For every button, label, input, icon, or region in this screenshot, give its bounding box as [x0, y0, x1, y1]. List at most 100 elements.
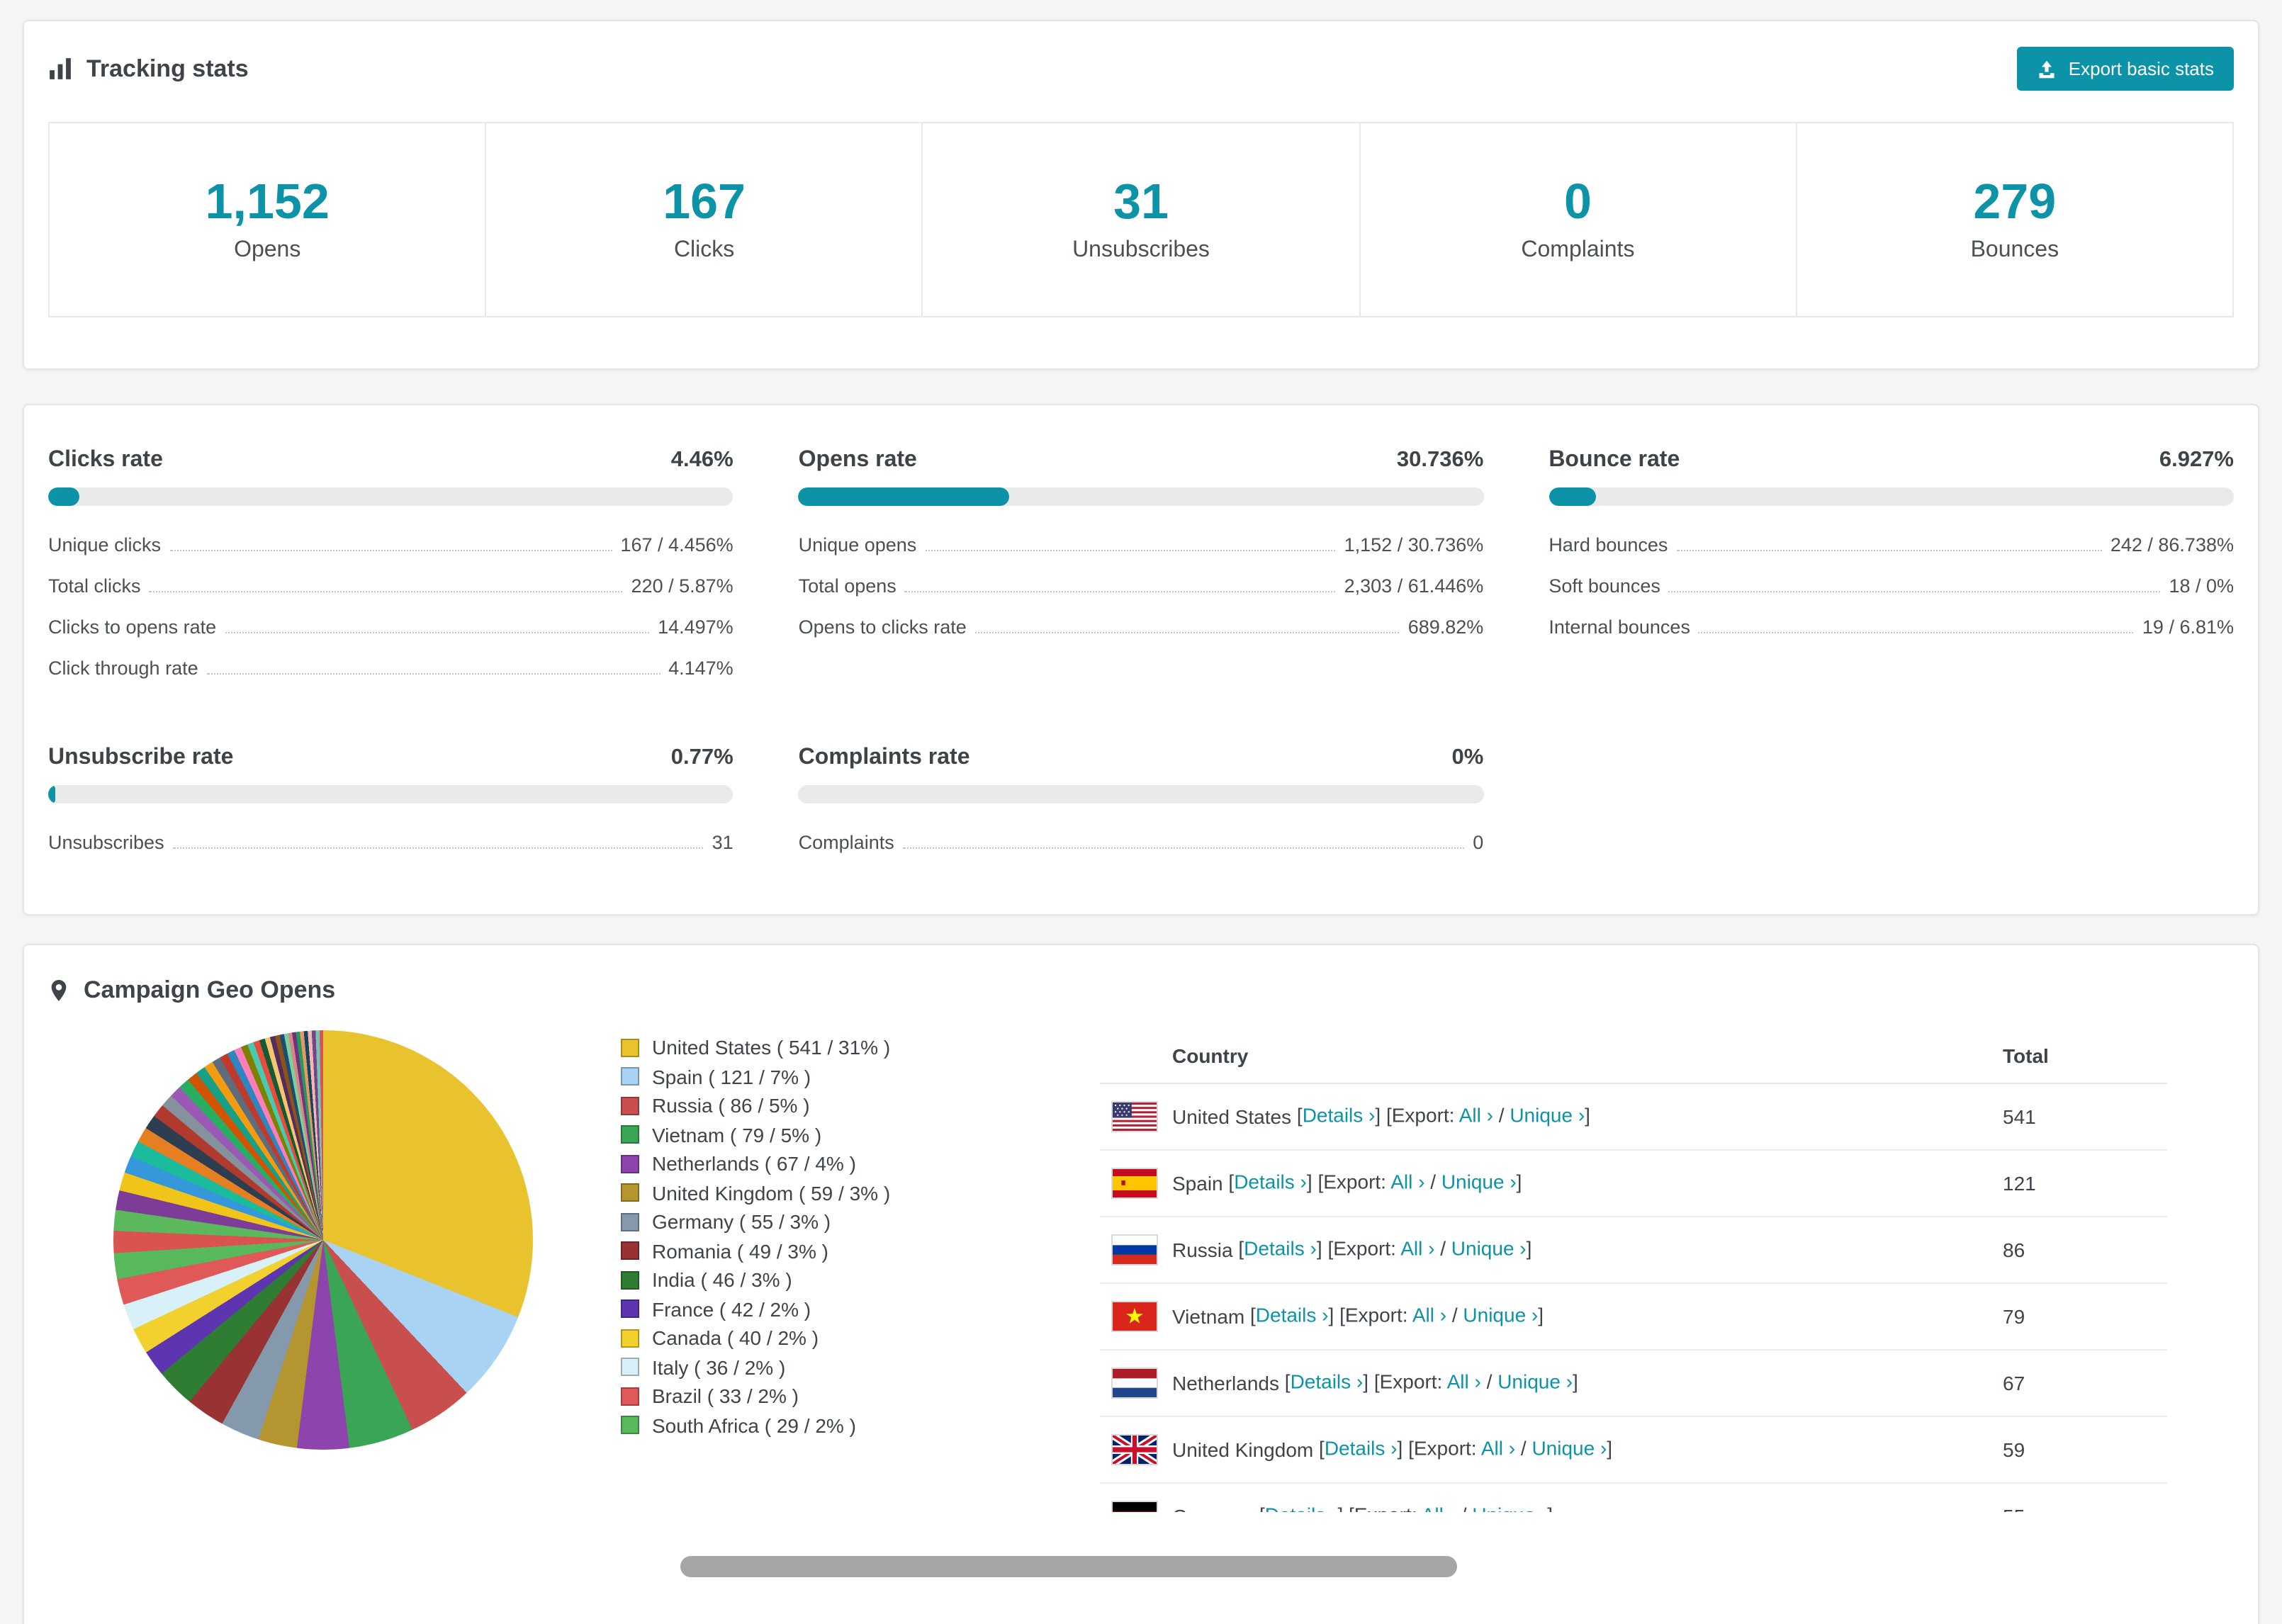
pie-legend: United States ( 541 / 31% ) Spain ( 121 … [621, 1033, 1049, 1512]
details-link[interactable]: Details › [1234, 1170, 1307, 1192]
geo-table: Country Total United States [Details ›] … [1100, 1027, 2167, 1512]
metric-value: 167 / 4.456% [620, 534, 734, 556]
bracket-close-1: ] [1397, 1436, 1403, 1460]
details-link[interactable]: Details › [1303, 1103, 1376, 1126]
dotted-leader [225, 632, 650, 633]
export-unique-link[interactable]: Unique › [1510, 1103, 1585, 1126]
dotted-leader [1668, 591, 2161, 592]
slash: / [1461, 1503, 1467, 1512]
export-unique-link[interactable]: Unique › [1451, 1236, 1527, 1259]
details-link[interactable]: Details › [1325, 1436, 1398, 1459]
country-flag [1111, 1368, 1158, 1399]
dotted-leader [1698, 632, 2134, 633]
rate-bar-fill [48, 487, 79, 506]
country-name: Vietnam [1172, 1305, 1245, 1328]
rate-panel: Clicks rate 4.46% Unique clicks 167 / 4.… [48, 448, 734, 689]
metric-row: Hard bounces 242 / 86.738% [1548, 524, 2234, 565]
legend-swatch [621, 1358, 639, 1377]
geo-opens-pie-chart [113, 1030, 533, 1450]
legend-swatch [621, 1125, 639, 1144]
dotted-leader [172, 847, 704, 849]
legend-swatch [621, 1067, 639, 1086]
metric-value: 689.82% [1407, 616, 1484, 638]
bracket-close-2: ] [1585, 1103, 1590, 1127]
country-total: 55 [1991, 1483, 2167, 1512]
summary-stat: 279 Bounces [1795, 122, 2235, 317]
export-icon [2038, 59, 2057, 79]
legend-label: Italy ( 36 / 2% ) [652, 1355, 786, 1378]
summary-stat: 1,152 Opens [48, 122, 487, 317]
bracket-open: [ [1238, 1236, 1244, 1260]
stat-value: 0 [1563, 174, 1592, 230]
summary-stat: 167 Clicks [485, 122, 923, 317]
rate-rows: Unique clicks 167 / 4.456% Total clicks … [48, 524, 734, 689]
details-link[interactable]: Details › [1291, 1370, 1364, 1392]
export-all-link[interactable]: All › [1447, 1370, 1481, 1392]
metric-value: 2,303 / 61.446% [1344, 575, 1484, 597]
metric-label: Opens to clicks rate [798, 616, 967, 638]
export-basic-stats-label: Export basic stats [2068, 58, 2214, 79]
slash: / [1440, 1236, 1446, 1260]
bracket-close-2: ] [1516, 1170, 1522, 1193]
legend-swatch [621, 1183, 639, 1202]
slash: / [1486, 1370, 1493, 1393]
export-prefix: [Export: [1373, 1370, 1443, 1393]
country-flag [1111, 1434, 1158, 1465]
country-total: 59 [1991, 1416, 2167, 1484]
horizontal-scrollbar-thumb[interactable] [680, 1556, 1457, 1577]
export-all-link[interactable]: All › [1481, 1436, 1515, 1459]
export-unique-link[interactable]: Unique › [1463, 1303, 1538, 1326]
export-all-link[interactable]: All › [1422, 1503, 1456, 1512]
geo-table-header-row: Country Total [1100, 1027, 2167, 1084]
geo-table-row: Germany [Details ›] [Export: All › / Uni… [1100, 1483, 2167, 1512]
legend-swatch [621, 1387, 639, 1406]
rate-panel: Bounce rate 6.927% Hard bounces 242 / 86… [1548, 448, 2234, 689]
country-name: Spain [1172, 1172, 1223, 1195]
rate-bar-fill [798, 487, 1009, 506]
stat-value: 31 [1113, 174, 1169, 230]
legend-label: Netherlands ( 67 / 4% ) [652, 1152, 856, 1175]
legend-swatch [621, 1416, 639, 1435]
export-prefix: [Export: [1339, 1303, 1408, 1326]
export-all-link[interactable]: All › [1459, 1103, 1493, 1126]
tracking-stats-card: Tracking stats Export basic stats 1,152 … [23, 20, 2259, 370]
details-link[interactable]: Details › [1244, 1236, 1317, 1259]
rate-value: 4.46% [670, 448, 734, 472]
legend-label: France ( 42 / 2% ) [652, 1297, 811, 1320]
metric-label: Soft bounces [1548, 575, 1660, 597]
export-unique-link[interactable]: Unique › [1472, 1503, 1547, 1512]
details-link[interactable]: Details › [1265, 1503, 1338, 1512]
export-unique-link[interactable]: Unique › [1531, 1436, 1607, 1459]
legend-swatch [621, 1241, 639, 1261]
export-unique-link[interactable]: Unique › [1497, 1370, 1573, 1392]
metric-row: Unique clicks 167 / 4.456% [48, 524, 734, 565]
export-all-link[interactable]: All › [1390, 1170, 1424, 1192]
summary-stat: 31 Unsubscribes [921, 122, 1361, 317]
bracket-close-2: ] [1573, 1370, 1578, 1393]
dotted-leader [206, 673, 661, 675]
tracking-stats-header: Tracking stats Export basic stats [48, 47, 2234, 91]
country-flag [1111, 1301, 1158, 1332]
rates-card: Clicks rate 4.46% Unique clicks 167 / 4.… [23, 404, 2259, 915]
country-name: Germany [1172, 1505, 1254, 1512]
bracket-close-1: ] [1306, 1170, 1313, 1193]
legend-swatch [621, 1154, 639, 1173]
rate-rows: Unsubscribes 31 [48, 822, 734, 863]
export-prefix: [Export: [1386, 1103, 1455, 1127]
export-all-link[interactable]: All › [1412, 1303, 1446, 1326]
bracket-close-2: ] [1526, 1236, 1532, 1260]
export-all-link[interactable]: All › [1400, 1236, 1434, 1259]
legend-label: Spain ( 121 / 7% ) [652, 1065, 811, 1088]
legend-item: Romania ( 49 / 3% ) [621, 1236, 1049, 1265]
export-basic-stats-button[interactable]: Export basic stats [2017, 47, 2234, 91]
legend-label: United Kingdom ( 59 / 3% ) [652, 1181, 891, 1204]
metric-row: Total clicks 220 / 5.87% [48, 565, 734, 607]
geo-opens-card: Campaign Geo Opens United States ( 541 /… [23, 944, 2259, 1624]
metric-value: 31 [712, 832, 734, 853]
legend-label: Vietnam ( 79 / 5% ) [652, 1123, 822, 1146]
rate-bar-fill [1548, 487, 1597, 506]
details-link[interactable]: Details › [1256, 1303, 1329, 1326]
export-unique-link[interactable]: Unique › [1441, 1170, 1517, 1192]
summary-stats-row: 1,152 Opens 167 Clicks 31 Unsubscribes 0… [48, 122, 2235, 317]
rate-title: Complaints rate [798, 745, 970, 769]
